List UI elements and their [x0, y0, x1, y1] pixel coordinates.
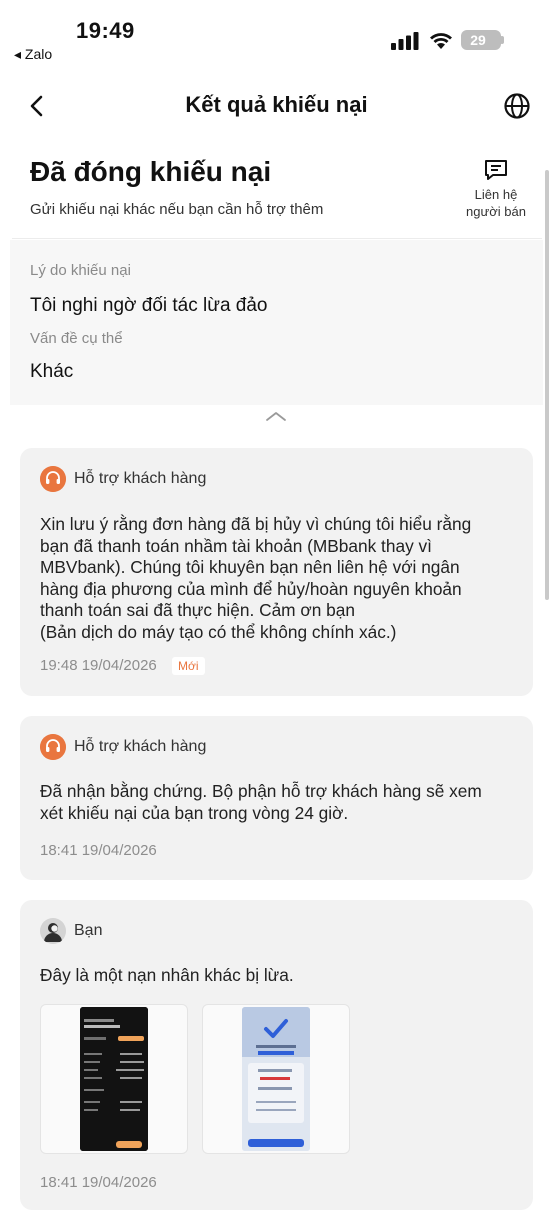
attachment-thumbnail[interactable]: [40, 1004, 188, 1154]
message-timestamp: 19:48 19/04/2026: [40, 657, 157, 674]
globe-icon[interactable]: [502, 91, 532, 121]
wifi-icon: [430, 33, 452, 49]
message-timestamp: 18:41 19/04/2026: [40, 1174, 157, 1191]
back-to-app-link[interactable]: ◂ Zalo: [14, 46, 52, 63]
message-line: hàng địa phương của mình để hủy/hoàn ngu…: [40, 578, 462, 599]
complaint-status-title: Đã đóng khiếu nại: [30, 156, 272, 187]
message-line: xét khiếu nại của bạn trong vòng 24 giờ.: [40, 802, 349, 823]
message-text: Xin lưu ý rằng đơn hàng đã bị hủy vì chú…: [40, 514, 520, 643]
issue-label: Vấn đề cụ thể: [30, 330, 123, 347]
sender-name: Bạn: [74, 922, 103, 939]
divider: [12, 238, 542, 239]
screenshot-image: [80, 1007, 148, 1151]
status-bar: 19:49 ◂ Zalo 29: [0, 0, 553, 70]
message-line: Đây là một nạn nhân khác bị lừa.: [40, 965, 294, 985]
battery-icon: 29: [461, 30, 501, 50]
message-line: bạn đã thanh toán nhầm tài khoản (MBbank…: [40, 535, 432, 556]
sender-name: Hỗ trợ khách hàng: [74, 470, 207, 487]
battery-level: 29: [470, 32, 486, 48]
message-text: Đây là một nạn nhân khác bị lừa.: [40, 965, 520, 987]
chat-icon: [485, 160, 507, 180]
message-line: Đã nhận bằng chứng. Bộ phận hỗ trợ khách…: [40, 781, 482, 801]
user-avatar: [40, 918, 66, 944]
headset-icon: [40, 466, 66, 492]
nav-bar: Kết quả khiếu nại: [0, 76, 553, 136]
contact-seller-button[interactable]: Liên hệ người bán: [459, 158, 533, 220]
complaint-details: Lý do khiếu nại Tôi nghi ngờ đối tác lừa…: [10, 240, 543, 405]
battery-cap: [500, 36, 504, 44]
reason-label: Lý do khiếu nại: [30, 262, 131, 279]
message-timestamp: 18:41 19/04/2026: [40, 842, 157, 859]
chevron-up-icon[interactable]: [264, 406, 288, 426]
headset-icon: [40, 734, 66, 760]
new-badge: Mới: [172, 657, 205, 675]
issue-value: Khác: [30, 361, 74, 382]
message-card: Hỗ trợ khách hàng Đã nhận bằng chứng. Bộ…: [20, 716, 533, 880]
complaint-status-subtitle: Gửi khiếu nại khác nếu bạn cần hỗ trợ th…: [30, 201, 324, 218]
scrollbar[interactable]: [545, 170, 549, 600]
sender-name: Hỗ trợ khách hàng: [74, 738, 207, 755]
message-card: Bạn Đây là một nạn nhân khác bị lừa. 18:…: [20, 900, 533, 1210]
signal-icon: [391, 32, 419, 50]
message-line: (Bản dịch do máy tạo có thể không chính …: [40, 621, 397, 642]
message-line: MBVbank). Chúng tôi khuyên bạn nên liên …: [40, 557, 460, 577]
message-line: Xin lưu ý rằng đơn hàng đã bị hủy vì chú…: [40, 514, 472, 534]
message-text: Đã nhận bằng chứng. Bộ phận hỗ trợ khách…: [40, 781, 520, 824]
page-title: Kết quả khiếu nại: [185, 92, 368, 117]
status-time: 19:49: [76, 18, 135, 43]
reason-value: Tôi nghi ngờ đối tác lừa đảo: [30, 295, 268, 316]
screenshot-image: [242, 1007, 310, 1151]
contact-seller-label-1: Liên hệ: [474, 187, 518, 202]
message-card: Hỗ trợ khách hàng Xin lưu ý rằng đơn hàn…: [20, 448, 533, 696]
message-line: thanh toán sai đã thực hiện. Cảm ơn bạn: [40, 600, 355, 620]
attachment-thumbnail[interactable]: [202, 1004, 350, 1154]
contact-seller-label-2: người bán: [466, 204, 526, 219]
